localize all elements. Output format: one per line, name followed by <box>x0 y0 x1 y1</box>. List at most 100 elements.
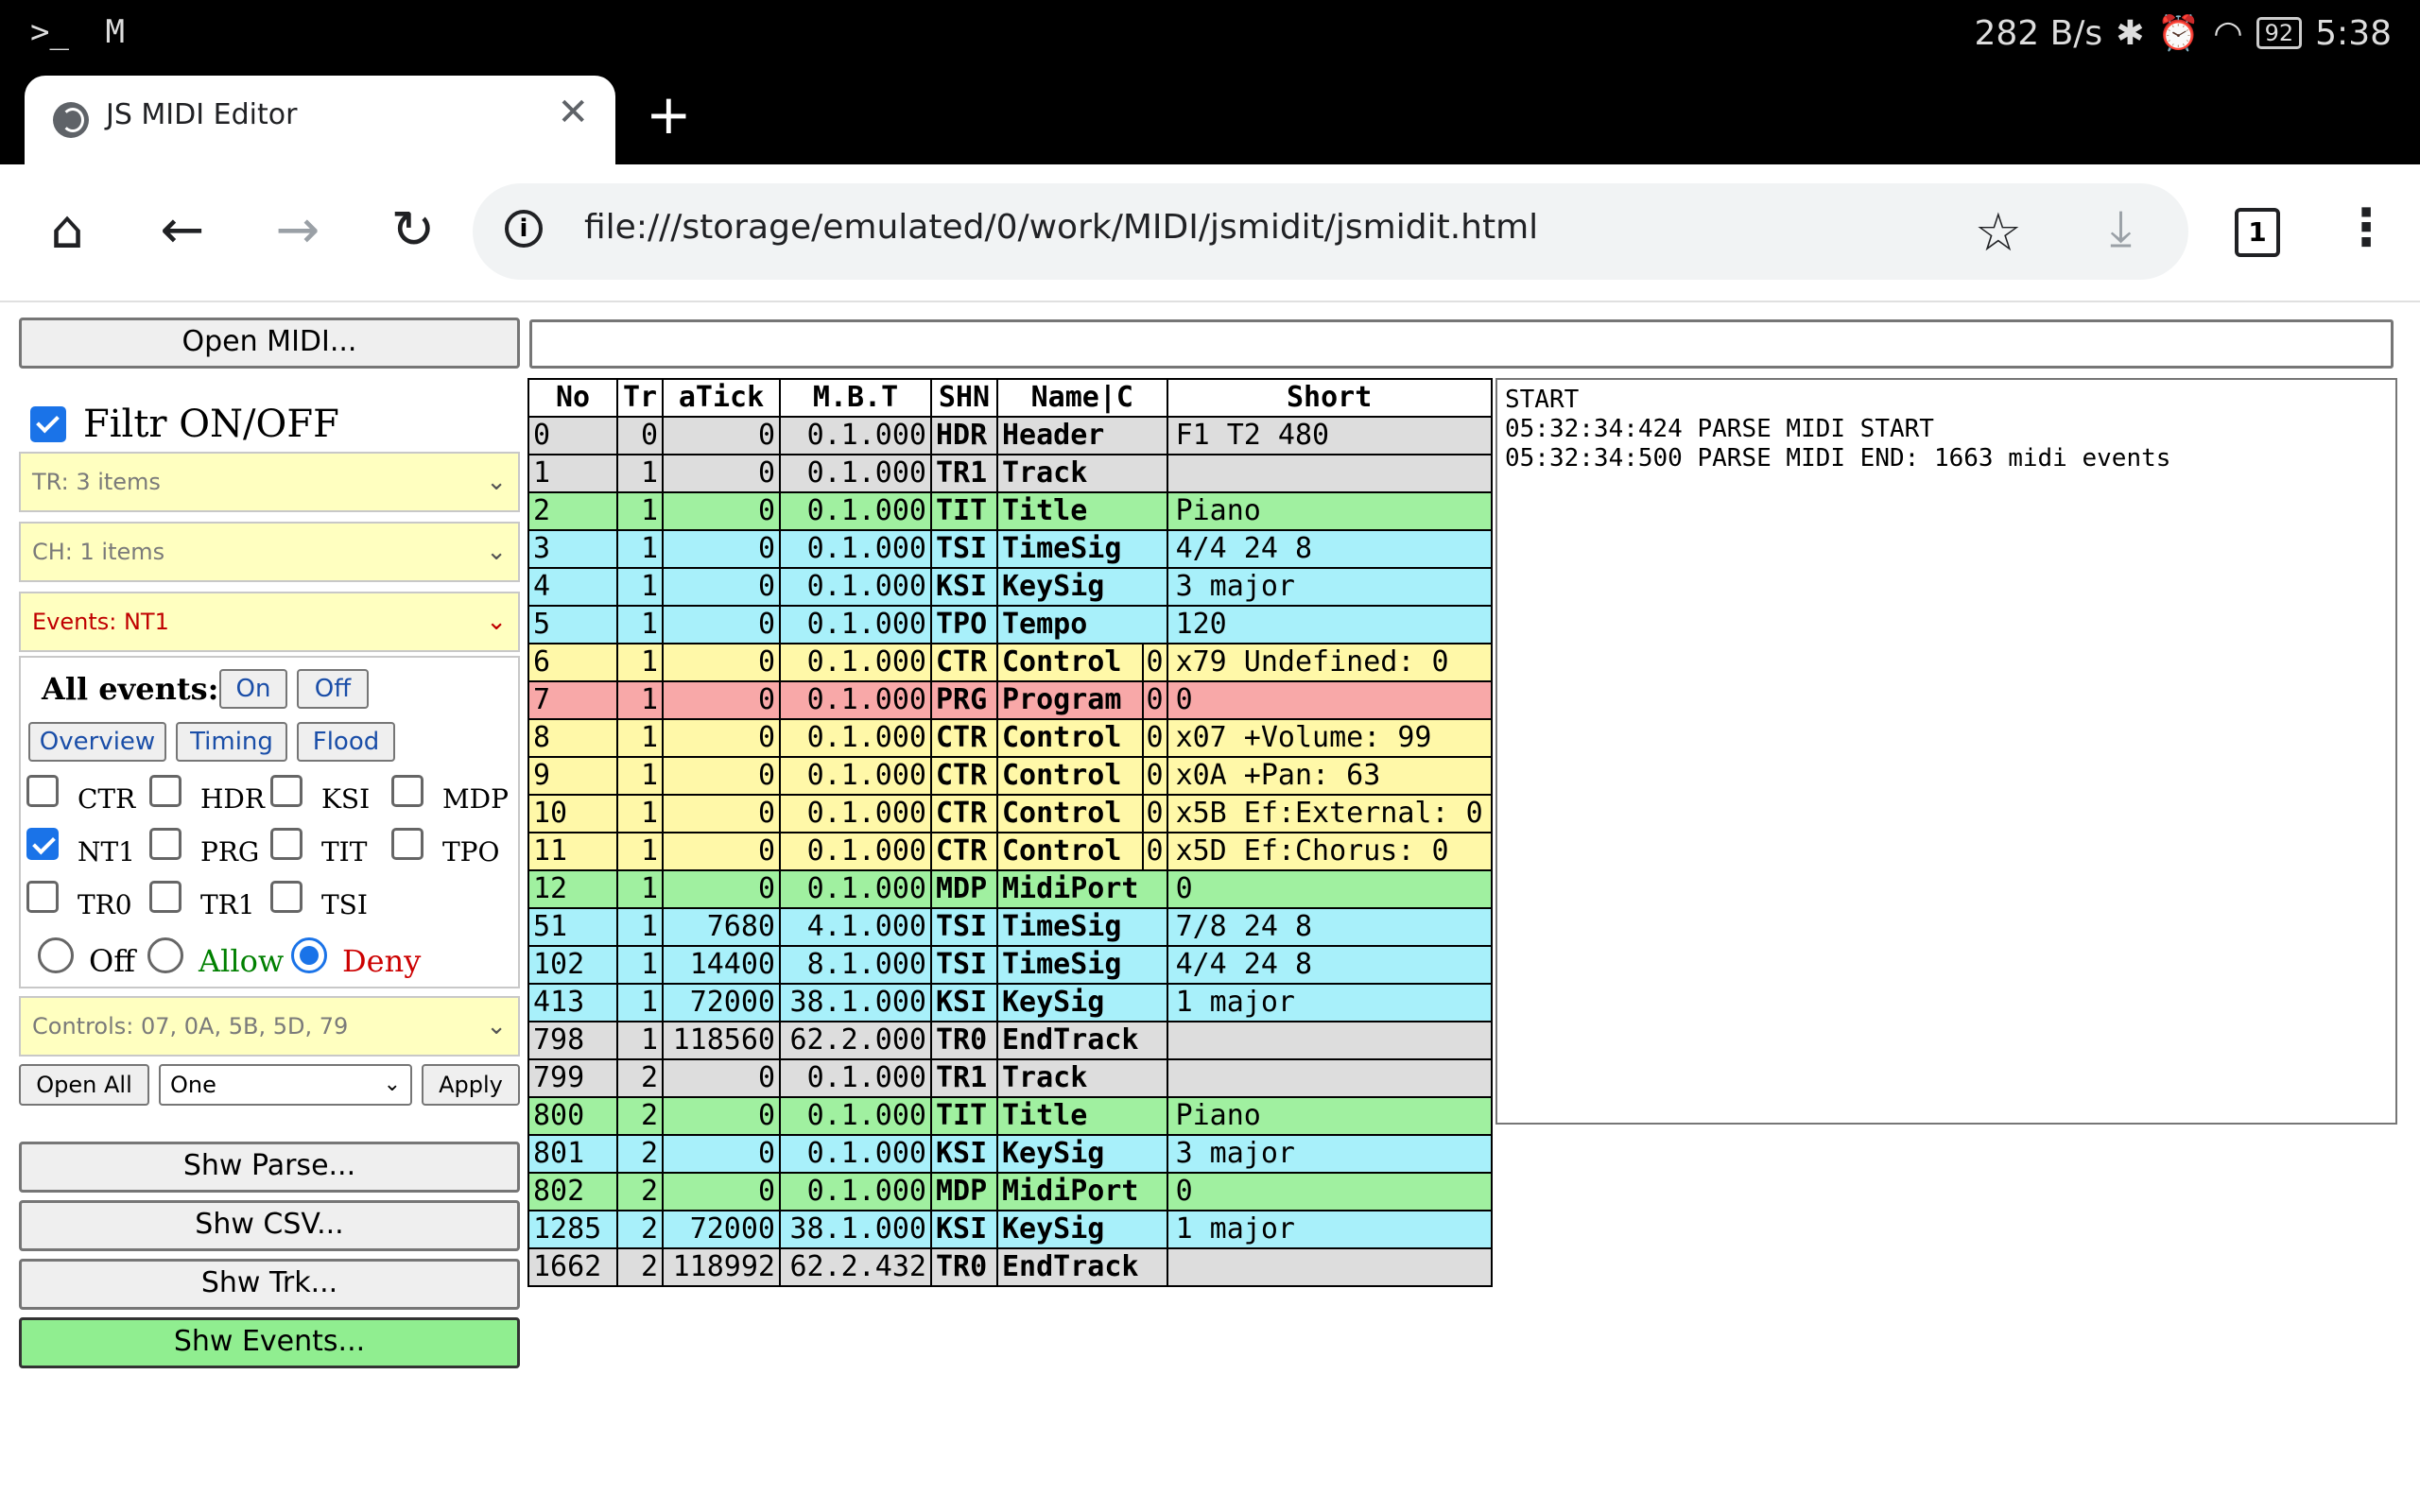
forward-icon[interactable]: → <box>265 204 331 257</box>
checkbox-box[interactable] <box>270 828 302 860</box>
open-all-button[interactable]: Open All <box>19 1064 149 1106</box>
checkbox-nt1[interactable]: NT1 <box>26 828 135 868</box>
table-row[interactable]: 6 1 0 0.1.000 CTR Control 0 x79 Undefined: 0 <box>527 643 1493 682</box>
checkbox-box[interactable] <box>270 881 302 913</box>
radio-circle[interactable] <box>147 937 183 973</box>
flood-button[interactable]: Flood <box>297 722 395 762</box>
open-midi-button[interactable]: Open MIDI... <box>19 318 520 369</box>
shw-events-button[interactable]: Shw Events... <box>19 1317 520 1368</box>
home-icon[interactable]: ⌂ <box>34 204 100 257</box>
radio-circle[interactable] <box>38 937 74 973</box>
new-tab-button[interactable]: + <box>646 87 692 142</box>
table-row[interactable]: 799 2 0 0.1.000 TR1 Track <box>527 1058 1493 1098</box>
table-row[interactable]: 8 1 0 0.1.000 CTR Control 0 x07 +Volume: 99 <box>527 718 1493 758</box>
col-header-no[interactable]: No <box>527 378 618 418</box>
table-row[interactable]: 0 0 0 0.1.000 HDR Header F1 T2 480 <box>527 416 1493 455</box>
checkbox-ksi[interactable]: KSI <box>270 775 370 815</box>
table-row[interactable]: 800 2 0 0.1.000 TIT Title Piano <box>527 1096 1493 1136</box>
table-row[interactable]: 798 1 118560 62.2.000 TR0 EndTrack <box>527 1021 1493 1060</box>
table-row[interactable]: 5 1 0 0.1.000 TPO Tempo 120 <box>527 605 1493 644</box>
radio-allow[interactable]: Allow <box>147 937 284 979</box>
checkbox-ctr[interactable]: CTR <box>26 775 135 815</box>
back-icon[interactable]: ← <box>149 204 216 257</box>
table-row[interactable]: 10 1 0 0.1.000 CTR Control 0 x5B Ef:External: 0 <box>527 794 1493 833</box>
shw-trk-button[interactable]: Shw Trk... <box>19 1259 520 1310</box>
tab-switcher-button[interactable]: 1 <box>2235 208 2280 257</box>
table-row[interactable]: 3 1 0 0.1.000 TSI TimeSig 4/4 24 8 <box>527 529 1493 569</box>
cell-channel <box>1142 983 1168 1022</box>
cell-atick: 72000 <box>662 1210 781 1249</box>
col-header-mbt[interactable]: M.B.T <box>779 378 932 418</box>
checkbox-tit[interactable]: TIT <box>270 828 367 868</box>
omnibox[interactable]: i file:///storage/emulated/0/work/MIDI/j… <box>473 183 2188 280</box>
table-row[interactable]: 413 1 72000 38.1.000 KSI KeySig 1 major <box>527 983 1493 1022</box>
col-header-shn[interactable]: SHN <box>930 378 998 418</box>
table-row[interactable]: 2 1 0 0.1.000 TIT Title Piano <box>527 491 1493 531</box>
table-row[interactable]: 51 1 7680 4.1.000 TSI TimeSig 7/8 24 8 <box>527 907 1493 947</box>
checkbox-tpo[interactable]: TPO <box>391 828 499 868</box>
table-row[interactable]: 1285 2 72000 38.1.000 KSI KeySig 1 major <box>527 1210 1493 1249</box>
timing-button[interactable]: Timing <box>176 722 287 762</box>
table-row[interactable]: 7 1 0 0.1.000 PRG Program 0 0 <box>527 680 1493 720</box>
checkbox-box[interactable] <box>270 775 302 807</box>
download-icon[interactable]: ⤓ <box>2110 200 2132 258</box>
col-header-atick[interactable]: aTick <box>662 378 781 418</box>
events-select[interactable]: Events: NT1 ⌄ <box>19 592 520 652</box>
col-header-name-c[interactable]: Name|C <box>996 378 1168 418</box>
checkbox-box[interactable] <box>391 775 424 807</box>
checkbox-box[interactable] <box>26 828 59 860</box>
table-row[interactable]: 102 1 14400 8.1.000 TSI TimeSig 4/4 24 8 <box>527 945 1493 985</box>
reload-icon[interactable]: ↻ <box>380 204 446 257</box>
table-row[interactable]: 802 2 0 0.1.000 MDP MidiPort 0 <box>527 1172 1493 1211</box>
radio-deny[interactable]: Deny <box>291 937 421 979</box>
overview-button[interactable]: Overview <box>28 722 166 762</box>
url-text[interactable]: file:///storage/emulated/0/work/MIDI/jsm… <box>584 208 1538 247</box>
table-row[interactable]: 1 1 0 0.1.000 TR1 Track <box>527 454 1493 493</box>
checkbox-box[interactable] <box>391 828 424 860</box>
cell-atick: 0 <box>662 605 781 644</box>
cell-shn: CTR <box>930 718 998 758</box>
cell-mbt: 0.1.000 <box>779 454 932 493</box>
table-row[interactable]: 11 1 0 0.1.000 CTR Control 0 x5D Ef:Chorus: 0 <box>527 832 1493 871</box>
checkbox-tsi[interactable]: TSI <box>270 881 368 920</box>
checkbox-tr1[interactable]: TR1 <box>149 881 255 920</box>
overflow-menu-icon[interactable]: ⋮ <box>2341 202 2392 253</box>
filtr-checkbox[interactable] <box>30 406 66 442</box>
checkbox-prg[interactable]: PRG <box>149 828 259 868</box>
bookmark-star-icon[interactable]: ☆ <box>1975 202 2022 264</box>
filtr-toggle[interactable]: Filtr ON/OFF <box>30 403 339 446</box>
controls-select[interactable]: Controls: 07, 0A, 5B, 5D, 79 ⌄ <box>19 996 520 1057</box>
checkbox-box[interactable] <box>149 881 182 913</box>
cell-channel <box>1142 1247 1168 1287</box>
radio-circle[interactable] <box>291 937 327 973</box>
checkbox-box[interactable] <box>26 881 59 913</box>
table-row[interactable]: 801 2 0 0.1.000 KSI KeySig 3 major <box>527 1134 1493 1174</box>
table-row[interactable]: 9 1 0 0.1.000 CTR Control 0 x0A +Pan: 63 <box>527 756 1493 796</box>
shw-csv-button[interactable]: Shw CSV... <box>19 1200 520 1251</box>
command-input[interactable] <box>529 319 2394 369</box>
checkbox-mdp[interactable]: MDP <box>391 775 509 815</box>
info-icon[interactable]: i <box>505 210 543 248</box>
close-tab-icon[interactable]: ✕ <box>557 91 589 134</box>
tr-select[interactable]: TR: 3 items ⌄ <box>19 452 520 512</box>
table-row[interactable]: 1662 2 118992 62.2.432 TR0 EndTrack <box>527 1247 1493 1287</box>
all-on-button[interactable]: On <box>219 669 287 709</box>
one-select[interactable]: One ⌄ <box>159 1064 412 1106</box>
cell-atick: 7680 <box>662 907 781 947</box>
checkbox-tr0[interactable]: TR0 <box>26 881 132 920</box>
log-output[interactable]: START 05:32:34:424 PARSE MIDI START 05:32:… <box>1495 378 2397 1125</box>
table-row[interactable]: 4 1 0 0.1.000 KSI KeySig 3 major <box>527 567 1493 607</box>
radio-off[interactable]: Off <box>38 937 135 979</box>
checkbox-box[interactable] <box>149 775 182 807</box>
ch-select[interactable]: CH: 1 items ⌄ <box>19 522 520 582</box>
table-row[interactable]: 12 1 0 0.1.000 MDP MidiPort 0 <box>527 869 1493 909</box>
checkbox-hdr[interactable]: HDR <box>149 775 265 815</box>
checkbox-box[interactable] <box>26 775 59 807</box>
apply-button[interactable]: Apply <box>422 1064 520 1106</box>
col-header-short[interactable]: Short <box>1166 378 1493 418</box>
all-off-button[interactable]: Off <box>297 669 369 709</box>
browser-tab[interactable]: JS MIDI Editor ✕ <box>25 76 615 164</box>
checkbox-box[interactable] <box>149 828 182 860</box>
col-header-tr[interactable]: Tr <box>616 378 664 418</box>
shw-parse-button[interactable]: Shw Parse... <box>19 1142 520 1193</box>
